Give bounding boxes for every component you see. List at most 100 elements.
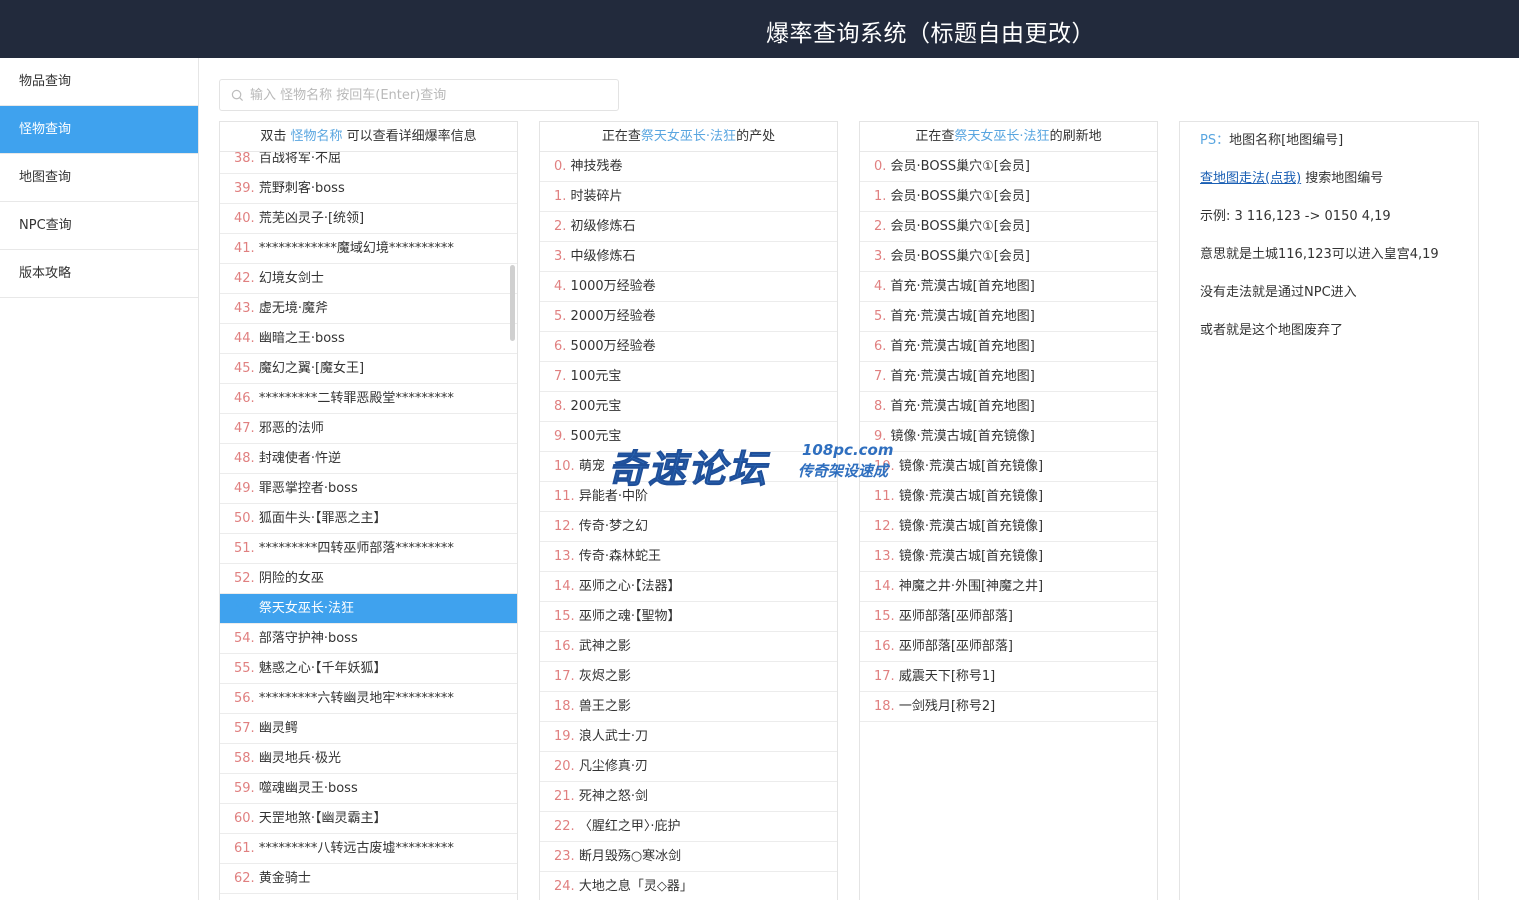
ps-line-format: PS：地图名称[地图编号] xyxy=(1200,133,1344,148)
drop-item-row[interactable]: 12. 传奇·梦之幻 xyxy=(540,512,837,542)
drop-item-row[interactable]: 7. 100元宝 xyxy=(540,362,837,392)
map-row[interactable]: 3. 会员·BOSS巢穴①[会员] xyxy=(860,242,1157,272)
monster-row-number: 59. xyxy=(234,781,255,796)
monster-row[interactable]: 48. 封魂使者·忤逆 xyxy=(220,444,517,474)
monster-list-scrollbar[interactable] xyxy=(510,265,515,341)
monster-row[interactable]: 39. 荒野刺客·boss xyxy=(220,174,517,204)
watermark-logo: 奇速论坛 108pc.com 传奇架设速成 xyxy=(607,440,908,492)
map-row[interactable]: 2. 会员·BOSS巢穴①[会员] xyxy=(860,212,1157,242)
watermark-sub-text: 传奇架设速成 xyxy=(798,462,889,480)
map-row[interactable]: 14. 神魔之井·外围[神魔之井] xyxy=(860,572,1157,602)
drop-item-row[interactable]: 18. 兽王之影 xyxy=(540,692,837,722)
map-row[interactable]: 17. 威震天下[称号1] xyxy=(860,662,1157,692)
monster-row[interactable]: 55. 魅惑之心·【千年妖狐】 xyxy=(220,654,517,684)
drop-item-row[interactable]: 8. 200元宝 xyxy=(540,392,837,422)
drop-item-row-number: 13. xyxy=(554,549,575,564)
drop-item-row[interactable]: 3. 中级修炼石 xyxy=(540,242,837,272)
monster-row[interactable]: 38. 百战将军·不屈 xyxy=(220,152,517,174)
page-title: 爆率查询系统（标题自由更改） xyxy=(766,21,1095,47)
monster-row[interactable]: 52. 阴险的女巫 xyxy=(220,564,517,594)
map-row-name: 首充·荒漠古城[首充地图] xyxy=(890,369,1035,384)
drop-item-row[interactable]: 0. 神技残卷 xyxy=(540,152,837,182)
monster-row[interactable]: 45. 魔幻之翼·[魔女王] xyxy=(220,354,517,384)
monster-row[interactable]: 46. *********二转罪恶殿堂********* xyxy=(220,384,517,414)
drop-item-row-name: 5000万经验卷 xyxy=(570,339,656,354)
drop-item-row[interactable]: 6. 5000万经验卷 xyxy=(540,332,837,362)
drop-item-row[interactable]: 24. 大地之息「灵◇器」 xyxy=(540,872,837,900)
map-row[interactable]: 6. 首充·荒漠古城[首充地图] xyxy=(860,332,1157,362)
monster-row-name: 虚无境·魔斧 xyxy=(258,301,328,316)
search-box[interactable] xyxy=(219,79,619,111)
map-row[interactable]: 11. 镜像·荒漠古城[首充镜像] xyxy=(860,482,1157,512)
monster-row[interactable]: 58. 幽灵地兵·极光 xyxy=(220,744,517,774)
monster-row[interactable]: 49. 罪恶掌控者·boss xyxy=(220,474,517,504)
monster-row[interactable]: 59. 噬魂幽灵王·boss xyxy=(220,774,517,804)
monster-row[interactable]: 40. 荒芜凶灵子·[统领] xyxy=(220,204,517,234)
monster-row-name: 封魂使者·忤逆 xyxy=(258,451,341,466)
map-row[interactable]: 4. 首充·荒漠古城[首充地图] xyxy=(860,272,1157,302)
sidebar-item-1[interactable]: 怪物查询 xyxy=(0,106,198,154)
map-row[interactable]: 16. 巫师部落[巫师部落] xyxy=(860,632,1157,662)
monster-row-number: 43. xyxy=(234,301,255,316)
sidebar-item-0[interactable]: 物品查询 xyxy=(0,58,198,106)
map-row-name: 会员·BOSS巢穴①[会员] xyxy=(890,159,1030,174)
drop-item-row[interactable]: 20. 凡尘修真·刃 xyxy=(540,752,837,782)
sidebar-item-2[interactable]: 地图查询 xyxy=(0,154,198,202)
monster-row[interactable]: 56. *********六转幽灵地牢********* xyxy=(220,684,517,714)
map-row[interactable]: 5. 首充·荒漠古城[首充地图] xyxy=(860,302,1157,332)
search-input[interactable] xyxy=(250,80,610,110)
sidebar: 物品查询 怪物查询 地图查询 NPC查询 版本攻略 xyxy=(0,58,199,900)
drop-item-row[interactable]: 21. 死神之怒·剑 xyxy=(540,782,837,812)
drop-item-row[interactable]: 16. 武神之影 xyxy=(540,632,837,662)
drop-item-row[interactable]: 13. 传奇·森林蛇王 xyxy=(540,542,837,572)
sidebar-item-4[interactable]: 版本攻略 xyxy=(0,250,198,298)
drop-item-row[interactable]: 1. 时装碎片 xyxy=(540,182,837,212)
drop-item-row[interactable]: 2. 初级修炼石 xyxy=(540,212,837,242)
monster-row[interactable]: 62. 黄金骑士 xyxy=(220,864,517,894)
monster-row[interactable]: 42. 幻境女剑士 xyxy=(220,264,517,294)
monster-row[interactable]: 51. *********四转巫师部落********* xyxy=(220,534,517,564)
map-row[interactable]: 13. 镜像·荒漠古城[首充镜像] xyxy=(860,542,1157,572)
monster-row-name: 祭天女巫长·法狂 xyxy=(258,601,354,616)
monster-row[interactable]: 53. 祭天女巫长·法狂 xyxy=(220,594,517,624)
monster-row[interactable]: 54. 部落守护神·boss xyxy=(220,624,517,654)
drop-item-row-number: 24. xyxy=(554,879,575,894)
watermark-main-text: 奇速论坛 xyxy=(607,447,769,492)
monster-list[interactable]: 38. 百战将军·不屈 39. 荒野刺客·boss 40. 荒芜凶灵子·[统领] 41… xyxy=(220,152,517,900)
drop-item-row[interactable]: 5. 2000万经验卷 xyxy=(540,302,837,332)
monster-row[interactable]: 57. 幽灵鳄 xyxy=(220,714,517,744)
map-panel-header-highlight: 祭天女巫长·法狂 xyxy=(954,129,1050,144)
drop-item-row[interactable]: 15. 巫师之魂·【聖物】 xyxy=(540,602,837,632)
map-row[interactable]: 7. 首充·荒漠古城[首充地图] xyxy=(860,362,1157,392)
sidebar-item-3[interactable]: NPC查询 xyxy=(0,202,198,250)
drop-item-row[interactable]: 23. 断月毁殇○寒冰剑 xyxy=(540,842,837,872)
monster-row[interactable]: 43. 虚无境·魔斧 xyxy=(220,294,517,324)
monster-row-number: 56. xyxy=(234,691,255,706)
map-row-number: 16. xyxy=(874,639,895,654)
map-row-name: 会员·BOSS巢穴①[会员] xyxy=(890,249,1030,264)
map-row[interactable]: 0. 会员·BOSS巢穴①[会员] xyxy=(860,152,1157,182)
monster-row[interactable]: 60. 天罡地煞·【幽灵霸主】 xyxy=(220,804,517,834)
map-row[interactable]: 15. 巫师部落[巫师部落] xyxy=(860,602,1157,632)
map-route-link[interactable]: 查地图走法(点我) xyxy=(1200,171,1301,186)
monster-row[interactable]: 50. 狐面牛头·【罪恶之主】 xyxy=(220,504,517,534)
drop-item-row[interactable]: 19. 浪人武士·刀 xyxy=(540,722,837,752)
drop-item-row[interactable]: 4. 1000万经验卷 xyxy=(540,272,837,302)
map-row[interactable]: 1. 会员·BOSS巢穴①[会员] xyxy=(860,182,1157,212)
monster-row-name: 幽灵鳄 xyxy=(258,721,298,736)
monster-row[interactable]: 61. *********八转远古废墟********* xyxy=(220,834,517,864)
drop-item-row[interactable]: 17. 灰烬之影 xyxy=(540,662,837,692)
monster-row[interactable]: 41. ************魔域幻境********** xyxy=(220,234,517,264)
map-row[interactable]: 12. 镜像·荒漠古城[首充镜像] xyxy=(860,512,1157,542)
monster-row-name: 罪恶掌控者·boss xyxy=(258,481,358,496)
drop-item-row-name: 〈腥红之甲〉·庇护 xyxy=(578,819,681,834)
drop-item-row[interactable]: 22. 〈腥红之甲〉·庇护 xyxy=(540,812,837,842)
monster-row-number: 54. xyxy=(234,631,255,646)
monster-row[interactable]: 47. 邪恶的法师 xyxy=(220,414,517,444)
map-row[interactable]: 18. 一剑残月[称号2] xyxy=(860,692,1157,722)
drop-item-row-name: 武神之影 xyxy=(578,639,631,654)
monster-row[interactable]: 44. 幽暗之王·boss xyxy=(220,324,517,354)
drop-item-row-name: 兽王之影 xyxy=(578,699,631,714)
map-row[interactable]: 8. 首充·荒漠古城[首充地图] xyxy=(860,392,1157,422)
drop-item-row[interactable]: 14. 巫师之心·【法器】 xyxy=(540,572,837,602)
